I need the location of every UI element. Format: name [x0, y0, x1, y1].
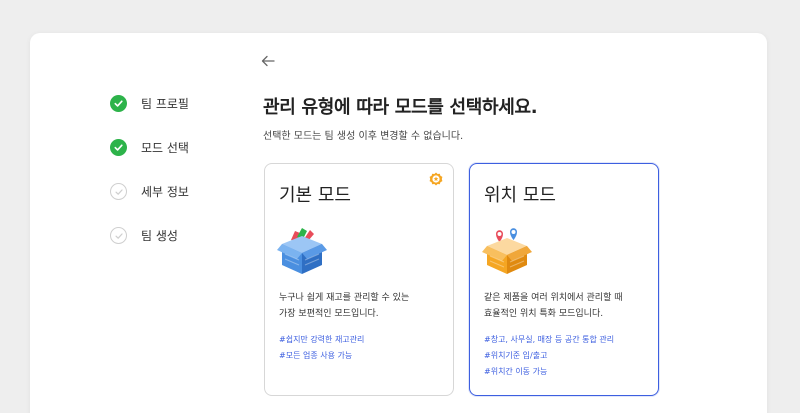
step-details: 세부 정보	[110, 183, 189, 200]
page-title: 관리 유형에 따라 모드를 선택하세요.	[263, 97, 538, 118]
step-mode-select: 모드 선택	[110, 139, 189, 156]
card-description: 누구나 쉽게 재고를 관리할 수 있는 가장 보편적인 모드입니다.	[279, 290, 449, 322]
description-line: 누구나 쉽게 재고를 관리할 수 있는	[279, 293, 410, 303]
description-line: 효율적인 위치 특화 모드입니다.	[484, 309, 604, 319]
card-title: 기본 모드	[279, 185, 351, 206]
check-circle-icon	[110, 139, 127, 156]
card-title: 위치 모드	[484, 185, 556, 206]
step-label: 모드 선택	[141, 141, 189, 155]
step-team-create: 팀 생성	[110, 227, 178, 244]
step-label: 세부 정보	[141, 185, 189, 199]
check-circle-outline-icon	[110, 183, 127, 200]
orange-box-icon	[482, 228, 532, 274]
description-line: 같은 제품을 여러 위치에서 관리할 때	[484, 293, 623, 303]
back-button[interactable]	[260, 53, 276, 67]
tag-link[interactable]: #쉽지만 강력한 재고관리	[279, 332, 364, 348]
tag-link[interactable]: #창고, 사무실, 매장 등 공간 통합 관리	[484, 332, 614, 348]
blue-box-icon	[277, 228, 327, 274]
step-team-profile: 팀 프로필	[110, 95, 189, 112]
check-circle-outline-icon	[110, 227, 127, 244]
description-line: 가장 보편적인 모드입니다.	[279, 309, 379, 319]
tag-link[interactable]: #모든 업종 사용 가능	[279, 348, 364, 364]
tag-list: #창고, 사무실, 매장 등 공간 통합 관리 #위치기준 입/출고 #위치간 …	[484, 332, 614, 380]
location-mode-card[interactable]: 위치 모드 같은 제품을 여러 위치에서 관리할 때 효율적인 위치 특화 모드…	[469, 163, 659, 396]
tag-link[interactable]: #위치간 이동 가능	[484, 364, 614, 380]
tag-list: #쉽지만 강력한 재고관리 #모든 업종 사용 가능	[279, 332, 364, 364]
arrow-left-icon	[261, 55, 275, 67]
check-circle-icon	[110, 95, 127, 112]
tag-link[interactable]: #위치기준 입/출고	[484, 348, 614, 364]
page-subtitle: 선택한 모드는 팀 생성 이후 변경할 수 없습니다.	[263, 131, 464, 142]
basic-mode-card[interactable]: 기본 모드 누구나 쉽게 재고를 관리할 수 있는 가장 보편적인 모드입니다.…	[264, 163, 454, 396]
mode-select-panel: 팀 프로필 모드 선택 세부 정보 팀 생성 관리 유형에 따라 모드를 선택하…	[30, 33, 767, 413]
card-description: 같은 제품을 여러 위치에서 관리할 때 효율적인 위치 특화 모드입니다.	[484, 290, 654, 322]
step-label: 팀 생성	[141, 229, 178, 243]
star-badge-icon	[429, 172, 443, 186]
step-label: 팀 프로필	[141, 97, 189, 111]
